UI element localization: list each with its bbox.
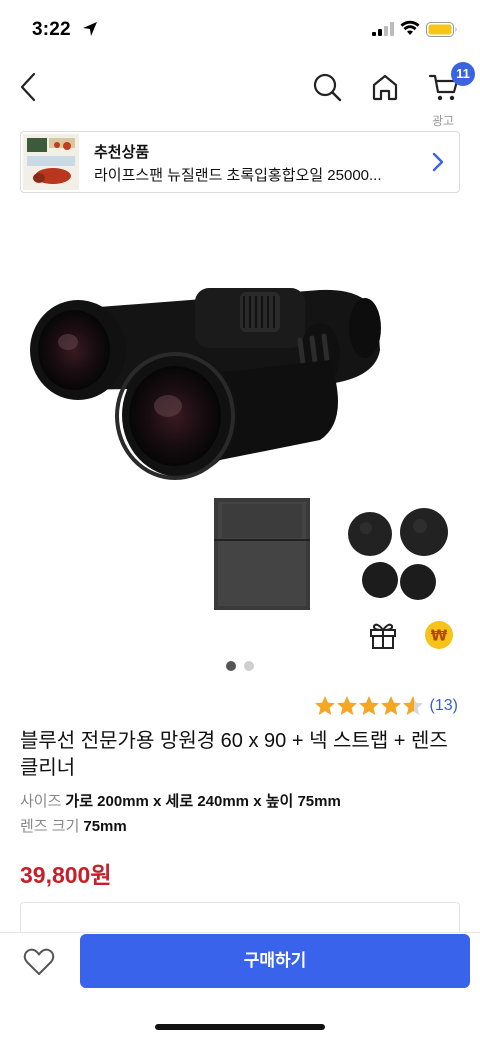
home-indicator <box>155 1024 325 1030</box>
status-bar: 3:22 <box>0 0 480 60</box>
recommended-title: 추천상품 <box>94 144 150 161</box>
spec-size-row: 사이즈 가로 200mm x 세로 240mm x 높이 75mm <box>20 790 341 811</box>
product-title: 블루선 전문가용 망원경 60 x 90 + 넥 스트랩 + 렌즈 클리너 <box>20 730 448 779</box>
heart-icon[interactable] <box>22 945 56 979</box>
status-time: 3:22 <box>32 19 71 40</box>
spec-lens-label: 렌즈 크기 <box>20 818 80 835</box>
carousel-dots[interactable] <box>226 661 256 671</box>
chevron-right-icon <box>432 152 444 172</box>
ad-label: 광고 <box>432 114 455 128</box>
recommended-product-banner[interactable]: 추천상품 라이프스팬 뉴질랜드 초록입홍합오일 25000... <box>20 131 460 193</box>
product-image-pouch[interactable] <box>212 496 312 612</box>
rating-row[interactable]: (13) <box>314 694 458 718</box>
spec-lens-value: 75mm <box>83 818 127 835</box>
cart-count-badge: 11 <box>451 62 475 86</box>
spec-size-value: 가로 200mm x 세로 240mm x 높이 75mm <box>65 793 341 810</box>
wifi-icon <box>400 20 420 35</box>
gift-icon[interactable] <box>368 620 398 650</box>
product-image-binoculars[interactable] <box>20 270 390 500</box>
recommended-product-thumbnail <box>23 134 79 190</box>
search-icon[interactable] <box>312 72 342 102</box>
spec-size-label: 사이즈 <box>20 793 62 810</box>
bottom-action-bar: 구매하기 <box>0 932 480 1039</box>
product-price: 39,800원 <box>20 862 112 888</box>
product-image-lens-caps[interactable] <box>342 504 452 602</box>
location-arrow-icon <box>83 22 97 36</box>
home-icon[interactable] <box>370 72 400 102</box>
spec-lens-row: 렌즈 크기 75mm <box>20 815 127 836</box>
svg-text:₩: ₩ <box>431 627 448 645</box>
recommended-product-name: 라이프스팬 뉴질랜드 초록입홍합오일 25000... <box>94 167 382 184</box>
review-count-link[interactable]: (13) <box>430 697 458 715</box>
back-arrow-icon[interactable] <box>16 70 42 104</box>
won-coin-icon[interactable]: ₩ <box>424 620 454 650</box>
cellular-signal-icon <box>372 22 394 36</box>
star-rating-icon <box>314 696 423 715</box>
carousel-dot-active[interactable] <box>226 661 236 671</box>
buy-button[interactable]: 구매하기 <box>80 934 470 988</box>
carousel-dot[interactable] <box>244 661 254 671</box>
battery-icon <box>426 22 457 37</box>
